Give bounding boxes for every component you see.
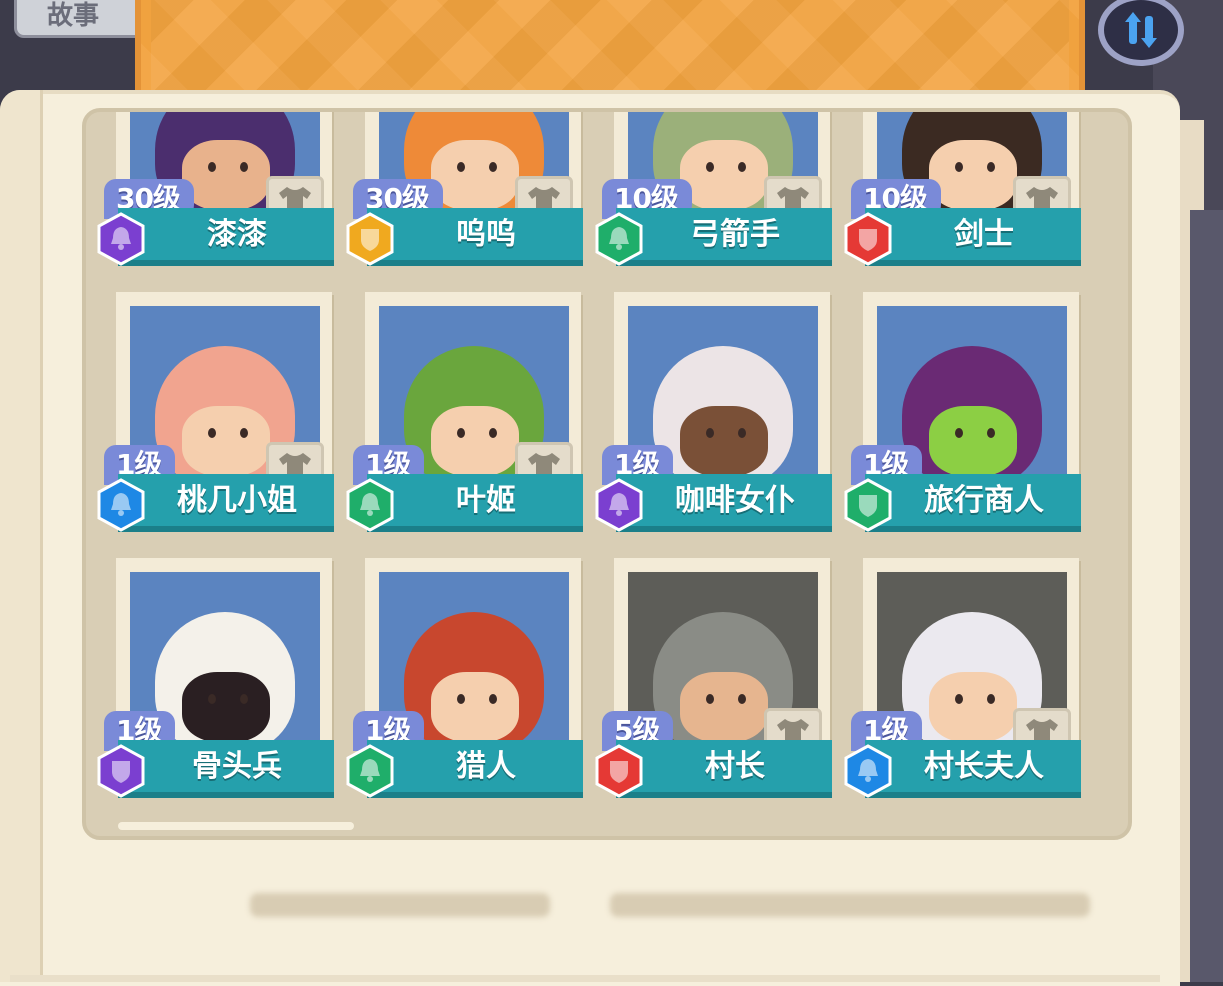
bell-icon (594, 478, 644, 532)
character-card[interactable]: 30级 呜呜 (346, 112, 585, 271)
shield-icon (843, 212, 893, 266)
shield-icon (594, 744, 644, 798)
background-shadow (1190, 210, 1223, 982)
character-card[interactable]: 1级 村长夫人 (844, 558, 1083, 803)
character-name: 村长 (616, 740, 832, 798)
character-name: 叶姬 (367, 474, 583, 532)
bell-icon (345, 478, 395, 532)
character-name: 桃几小姐 (118, 474, 334, 532)
scrollbar[interactable] (118, 822, 354, 830)
bell-icon (843, 744, 893, 798)
character-name: 猎人 (367, 740, 583, 798)
character-card[interactable]: 1级 骨头兵 (97, 558, 336, 803)
character-grid: 30级 漆漆 30级 呜呜 10级 弓箭手 10级 剑士 1级 桃几小姐 1级 … (82, 108, 1132, 840)
bell-icon (594, 212, 644, 266)
shield-icon (345, 212, 395, 266)
character-card[interactable]: 1级 猎人 (346, 558, 585, 803)
description-text-blurred (250, 893, 1110, 933)
swap-icon (1125, 12, 1157, 48)
page-bottom-edge (10, 975, 1160, 982)
character-card[interactable]: 1级 咖啡女仆 (595, 292, 834, 537)
character-name: 剑士 (865, 208, 1081, 266)
character-name: 漆漆 (118, 208, 334, 266)
book-spine (0, 90, 43, 982)
character-name: 旅行商人 (865, 474, 1081, 532)
story-tab-label: 故事 (47, 1, 100, 31)
character-card[interactable]: 1级 旅行商人 (844, 292, 1083, 537)
character-card[interactable]: 1级 叶姬 (346, 292, 585, 537)
bell-icon (96, 478, 146, 532)
character-card[interactable]: 30级 漆漆 (97, 112, 336, 271)
character-name: 弓箭手 (616, 208, 832, 266)
character-card[interactable]: 10级 剑士 (844, 112, 1083, 271)
top-banner (135, 0, 1085, 100)
shield-icon (843, 478, 893, 532)
bell-icon (96, 212, 146, 266)
character-card[interactable]: 1级 桃几小姐 (97, 292, 336, 537)
character-card[interactable]: 5级 村长 (595, 558, 834, 803)
character-name: 咖啡女仆 (616, 474, 832, 532)
character-card[interactable]: 10级 弓箭手 (595, 112, 834, 271)
story-tab[interactable]: 故事 (14, 0, 155, 38)
character-name: 村长夫人 (865, 740, 1081, 798)
character-name: 骨头兵 (118, 740, 334, 798)
shield-icon (96, 744, 146, 798)
character-name: 呜呜 (367, 208, 583, 266)
bell-icon (345, 744, 395, 798)
